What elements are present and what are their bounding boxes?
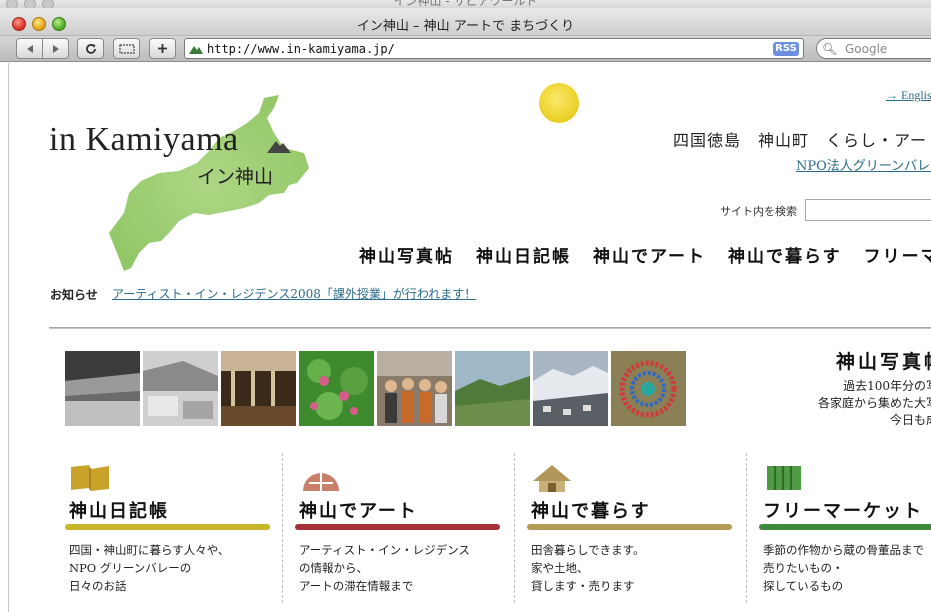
brush-underline [759, 524, 931, 530]
desc-line: 探しているもの [763, 579, 844, 593]
snapshot-icon [118, 43, 135, 54]
site-search-label: サイト内を検索 [720, 205, 797, 218]
desc-line: 売りたいもの・ [763, 561, 844, 575]
desc-line: アーティスト・イン・レジデンス [299, 543, 470, 557]
site-tagline: 四国徳島 神山町 くらし・アート [673, 131, 931, 150]
reload-icon [85, 43, 96, 54]
shikoku-map-illustration [109, 95, 309, 271]
cloth-icon [767, 466, 801, 490]
section-description: 田舎暮らしできます。 家や土地、 貸します・売ります [531, 541, 645, 595]
news-link[interactable]: アーティスト・イン・レジデンス2008「課外授業」が行われます！ [112, 285, 476, 302]
address-bar[interactable]: http://www.in-kamiyama.jp/ RSS [184, 38, 804, 59]
photo-thumbnail[interactable] [533, 351, 608, 426]
search-icon: 🔍︎ [822, 42, 838, 56]
photo-thumbnail[interactable] [455, 351, 530, 426]
section-columns: 神山日記帳 四国・神山町に暮らす人々や、 NPO グリーンバレーの 日々のお話 … [9, 453, 931, 612]
desc-line: 日々のお話 [69, 579, 127, 593]
web-page: in Kamiyama イン神山 → English 四国徳島 神山町 くらし・… [8, 63, 931, 612]
house-icon [533, 465, 571, 492]
section-living: 神山で暮らす 田舎暮らしできます。 家や土地、 貸します・売ります [527, 453, 761, 612]
photo-thumbnail[interactable] [611, 351, 686, 426]
site-search-input[interactable] [805, 199, 931, 221]
section-title[interactable]: フリーマーケット [763, 497, 923, 523]
nav-kamiyama-diary[interactable]: 神山日記帳 [476, 247, 571, 267]
photo-thumbnail[interactable] [299, 351, 374, 426]
desc-line: 貸します・売ります [531, 579, 635, 593]
section-diary: 神山日記帳 四国・神山町に暮らす人々や、 NPO グリーンバレーの 日々のお話 [65, 453, 299, 612]
album-desc-line: 今日も成長 [889, 413, 931, 427]
brush-underline [527, 524, 732, 530]
album-desc-line: 過去100年分の写真 [843, 379, 931, 393]
desc-line: の情報から、 [299, 561, 368, 575]
desc-line: アートの滞在情報まで [299, 579, 414, 593]
background-window-title: イン神山 - サピアワールド [393, 0, 538, 8]
album-desc-line: 各家庭から集めた大写真 [817, 396, 931, 410]
desc-line: NPO グリーンバレーの [69, 561, 192, 575]
section-title[interactable]: 神山で暮らす [531, 497, 651, 523]
notebook-icon [71, 465, 109, 491]
moon-illustration [539, 83, 579, 123]
title-bar: イン神山 – 神山 アートで まちづくり [0, 8, 931, 36]
google-search-field[interactable]: 🔍︎ Google [816, 38, 931, 59]
npo-green-valley-link[interactable]: NPO法人グリーンバレー [796, 155, 931, 174]
photo-thumbnail[interactable] [221, 351, 296, 426]
brush-underline [65, 524, 270, 530]
section-description: アーティスト・イン・レジデンス の情報から、 アートの滞在情報まで [299, 541, 470, 595]
section-flea-market: フリーマーケット 季節の作物から蔵の骨董品まで 売りたいもの・ 探しているもの [759, 453, 931, 612]
plus-icon [158, 44, 167, 53]
snapback-button[interactable] [113, 38, 140, 59]
desc-line: 季節の作物から蔵の骨董品まで [763, 543, 924, 557]
english-link[interactable]: → English [886, 88, 931, 103]
brush-underline [295, 524, 500, 530]
column-divider [746, 453, 747, 603]
section-description: 季節の作物から蔵の骨董品まで 売りたいもの・ 探しているもの [763, 541, 924, 595]
rss-button[interactable]: RSS [773, 42, 799, 56]
nav-art-in-kamiyama[interactable]: 神山でアート [593, 247, 706, 267]
background-window-strip: イン神山 - サピアワールド [0, 0, 931, 8]
nav-living-in-kamiyama[interactable]: 神山で暮らす [728, 247, 842, 267]
reload-button[interactable] [77, 38, 104, 59]
palette-icon [303, 473, 339, 491]
desc-line: 四国・神山町に暮らす人々や、 [69, 543, 230, 557]
nav-flea-market[interactable]: フリーマーケット [864, 247, 931, 267]
forward-arrow-icon [52, 44, 59, 53]
site-logo-subtitle: イン神山 [197, 166, 274, 188]
news-label: お知らせ [50, 288, 98, 302]
section-art: 神山でアート アーティスト・イン・レジデンス の情報から、 アートの滞在情報まで [295, 453, 529, 612]
site-logo[interactable]: in Kamiyama [49, 121, 239, 159]
mountain-logo-icon [267, 141, 291, 153]
browser-toolbar: http://www.in-kamiyama.jp/ RSS 🔍︎ Google [0, 36, 931, 62]
desc-line: 家や土地、 [531, 561, 589, 575]
photo-album-description: 過去100年分の写真 各家庭から集めた大写真 今日も成長 [800, 378, 931, 429]
column-divider [282, 453, 283, 603]
photo-thumbnail[interactable] [65, 351, 140, 426]
desc-line: 田舎暮らしできます。 [531, 543, 645, 557]
section-title[interactable]: 神山日記帳 [69, 497, 169, 523]
site-favicon-icon [189, 46, 203, 54]
url-text: http://www.in-kamiyama.jp/ [207, 42, 395, 56]
add-bookmark-button[interactable] [149, 38, 176, 59]
photo-album-title[interactable]: 神山写真帖 [836, 347, 931, 374]
main-navigation: 神山写真帖 神山日記帳 神山でアート 神山で暮らす フリーマーケット [359, 242, 931, 267]
search-placeholder: Google [845, 42, 888, 56]
window-title: イン神山 – 神山 アートで まちづくり [356, 19, 575, 34]
column-divider [514, 453, 515, 603]
section-title[interactable]: 神山でアート [299, 497, 418, 523]
nav-kamiyama-photo-album[interactable]: 神山写真帖 [359, 247, 454, 267]
photo-thumbnail[interactable] [143, 351, 218, 426]
horizontal-divider [49, 327, 931, 329]
photo-thumbnail[interactable] [377, 351, 452, 426]
back-button[interactable] [16, 38, 43, 59]
section-description: 四国・神山町に暮らす人々や、 NPO グリーンバレーの 日々のお話 [69, 541, 229, 595]
forward-button[interactable] [42, 38, 69, 59]
back-arrow-icon [26, 44, 33, 53]
